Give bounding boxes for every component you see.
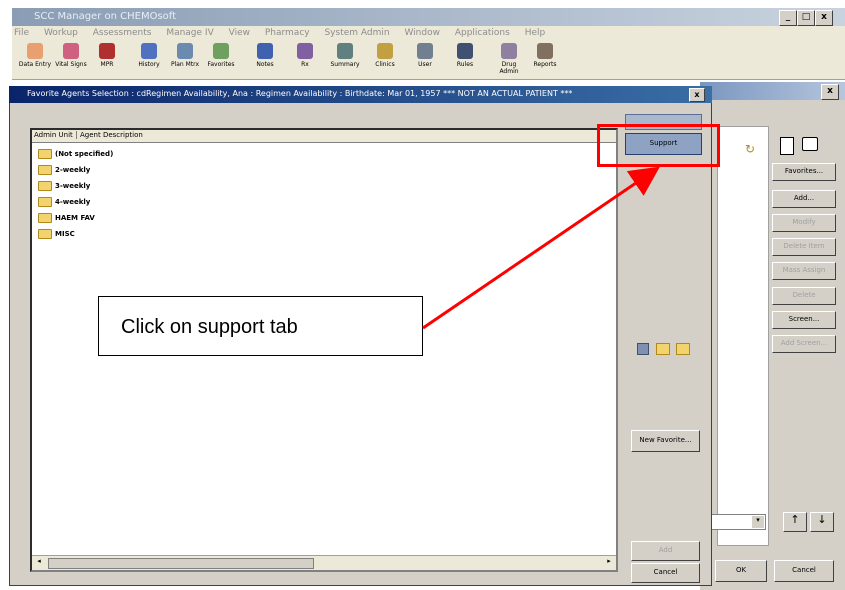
arrow-down-icon: ↓ bbox=[817, 513, 827, 526]
rules-icon bbox=[457, 43, 473, 59]
modify-button[interactable]: Modify bbox=[772, 214, 836, 232]
screen-button[interactable]: Screen... bbox=[772, 311, 836, 329]
folder-icon bbox=[38, 197, 52, 207]
right-panel-list bbox=[717, 126, 769, 546]
tree-item-not-specified[interactable]: (Not specified) bbox=[38, 148, 113, 160]
favorites-icon bbox=[213, 43, 229, 59]
menu-workup[interactable]: Workup bbox=[44, 26, 78, 40]
toolbar-clinics[interactable]: Clinics bbox=[368, 43, 402, 68]
tree-item-haem-fav[interactable]: HAEM FAV bbox=[38, 212, 95, 224]
menu-bar: File Workup Assessments Manage IV View P… bbox=[12, 26, 845, 40]
menu-view[interactable]: View bbox=[229, 26, 250, 40]
instruction-callout: Click on support tab bbox=[98, 296, 423, 356]
menu-applications[interactable]: Applications bbox=[455, 26, 510, 40]
toolbar-notes[interactable]: Notes bbox=[248, 43, 282, 68]
column-agent-description[interactable]: Agent Description bbox=[76, 131, 143, 139]
list-header: Admin Unit Agent Description bbox=[32, 130, 616, 143]
user-icon bbox=[417, 43, 433, 59]
folder-add-icon[interactable] bbox=[656, 343, 670, 355]
right-combo[interactable]: ▾ bbox=[710, 514, 766, 530]
folder-icon bbox=[38, 165, 52, 175]
menu-file[interactable]: File bbox=[14, 26, 29, 40]
horizontal-scrollbar[interactable]: ◂ ▸ bbox=[32, 555, 616, 570]
tree-item-3-weekly[interactable]: 3-weekly bbox=[38, 180, 90, 192]
folder-icon bbox=[38, 181, 52, 191]
app-title-bar: SCC Manager on CHEMOsoft _ □ x bbox=[12, 8, 845, 26]
save-icon[interactable] bbox=[637, 343, 649, 355]
toolbar-reports[interactable]: Reports bbox=[528, 43, 562, 68]
toolbar-mpr[interactable]: MPR bbox=[90, 43, 124, 68]
add-agent-button[interactable]: Add bbox=[631, 541, 700, 561]
arrow-up-icon: ↑ bbox=[790, 513, 800, 526]
summary-icon bbox=[337, 43, 353, 59]
clinics-icon bbox=[377, 43, 393, 59]
toolbar-vital-signs[interactable]: Vital Signs bbox=[54, 43, 88, 68]
plan-icon bbox=[177, 43, 193, 59]
toolbar-favorites[interactable]: Favorites bbox=[204, 43, 238, 68]
tree-item-4-weekly[interactable]: 4-weekly bbox=[38, 196, 90, 208]
new-document-icon[interactable] bbox=[780, 137, 794, 155]
toolbar-summary[interactable]: Summary bbox=[328, 43, 362, 68]
folder-open-icon[interactable] bbox=[676, 343, 690, 355]
add-button[interactable]: Add... bbox=[772, 190, 836, 208]
dialog-cancel-button[interactable]: Cancel bbox=[631, 563, 700, 583]
toolbar-history[interactable]: History bbox=[132, 43, 166, 68]
scroll-left-icon[interactable]: ◂ bbox=[33, 557, 45, 568]
delete-button[interactable]: Delete bbox=[772, 287, 836, 305]
dialog-close-icon[interactable]: x bbox=[689, 88, 705, 102]
close-icon[interactable]: x bbox=[815, 10, 833, 26]
menu-help[interactable]: Help bbox=[525, 26, 546, 40]
dialog-title-bar: Favorite Agents Selection : cdRegimen Av… bbox=[9, 86, 712, 103]
column-admin-unit[interactable]: Admin Unit bbox=[34, 131, 73, 139]
note-icon[interactable] bbox=[802, 137, 818, 151]
panel-close-icon[interactable]: x bbox=[821, 84, 839, 100]
move-down-button[interactable]: ↓ bbox=[810, 512, 834, 532]
toolbar-rx[interactable]: Rx bbox=[288, 43, 322, 68]
add-screen-button[interactable]: Add Screen... bbox=[772, 335, 836, 353]
toolbar-drug-admin[interactable]: Drug Admin bbox=[492, 43, 526, 75]
menu-pharmacy[interactable]: Pharmacy bbox=[265, 26, 310, 40]
move-up-button[interactable]: ↑ bbox=[783, 512, 807, 532]
menu-assessments[interactable]: Assessments bbox=[93, 26, 152, 40]
menu-system-admin[interactable]: System Admin bbox=[324, 26, 389, 40]
app-title: SCC Manager on CHEMOsoft bbox=[34, 11, 177, 22]
toolbar: Data Entry Vital Signs MPR History Plan … bbox=[12, 40, 845, 80]
data-entry-icon bbox=[27, 43, 43, 59]
menu-window[interactable]: Window bbox=[404, 26, 440, 40]
highlight-box bbox=[597, 124, 720, 167]
favorites-button[interactable]: Favorites... bbox=[772, 163, 836, 181]
delete-item-button[interactable]: Delete Item bbox=[772, 238, 836, 256]
toolbar-rules[interactable]: Rules bbox=[448, 43, 482, 68]
dialog-title: Favorite Agents Selection : cdRegimen Av… bbox=[27, 89, 573, 98]
toolbar-plan-mtrx[interactable]: Plan Mtrx bbox=[168, 43, 202, 68]
history-icon bbox=[141, 43, 157, 59]
menu-manage-iv[interactable]: Manage IV bbox=[166, 26, 213, 40]
scroll-thumb[interactable] bbox=[48, 558, 314, 569]
right-cancel-button[interactable]: Cancel bbox=[774, 560, 834, 582]
scroll-right-icon[interactable]: ▸ bbox=[603, 557, 615, 568]
background-panel-title-bar: x bbox=[700, 82, 845, 100]
tree-item-2-weekly[interactable]: 2-weekly bbox=[38, 164, 90, 176]
folder-icon bbox=[38, 149, 52, 159]
refresh-icon[interactable]: ↻ bbox=[745, 142, 755, 156]
notes-icon bbox=[257, 43, 273, 59]
tree-item-misc[interactable]: MISC bbox=[38, 228, 75, 240]
ok-button[interactable]: OK bbox=[715, 560, 767, 582]
folder-icon bbox=[38, 213, 52, 223]
mass-assign-button[interactable]: Mass Assign bbox=[772, 262, 836, 280]
maximize-icon[interactable]: □ bbox=[797, 10, 815, 26]
minimize-icon[interactable]: _ bbox=[779, 10, 797, 26]
chevron-down-icon: ▾ bbox=[752, 516, 764, 528]
toolbar-user[interactable]: User bbox=[408, 43, 442, 68]
mpr-icon bbox=[99, 43, 115, 59]
toolbar-data-entry[interactable]: Data Entry bbox=[18, 43, 52, 68]
reports-icon bbox=[537, 43, 553, 59]
new-favorite-button[interactable]: New Favorite... bbox=[631, 430, 700, 452]
drug-admin-icon bbox=[501, 43, 517, 59]
vital-signs-icon bbox=[63, 43, 79, 59]
rx-icon bbox=[297, 43, 313, 59]
folder-icon bbox=[38, 229, 52, 239]
